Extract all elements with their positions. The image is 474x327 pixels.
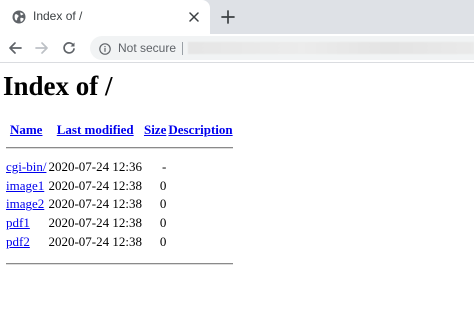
omnibox-divider <box>182 42 183 55</box>
reload-icon[interactable] <box>59 38 79 58</box>
address-bar[interactable]: Not secure <box>90 36 474 60</box>
entry-size: 0 <box>159 233 167 249</box>
entry-size: 0 <box>159 196 167 212</box>
forward-arrow-icon[interactable] <box>32 38 52 58</box>
security-status-label[interactable]: Not secure <box>118 41 176 55</box>
entry-size: 0 <box>159 215 167 231</box>
entry-description <box>167 232 233 251</box>
back-arrow-icon[interactable] <box>5 38 25 58</box>
table-row: cgi-bin/ 2020-07-24 12:36 - <box>5 158 234 177</box>
directory-listing-table: Name Last modified Size Description cgi-… <box>5 121 234 270</box>
url-text-redacted[interactable] <box>188 42 474 54</box>
table-row: image2 2020-07-24 12:38 0 <box>5 195 234 214</box>
entry-description <box>167 195 233 214</box>
close-icon[interactable] <box>186 9 202 25</box>
horizontal-rule <box>6 147 233 149</box>
column-header-description[interactable]: Description <box>167 121 233 139</box>
info-icon[interactable] <box>99 42 111 55</box>
active-tab[interactable]: Index of / <box>0 0 210 34</box>
sort-by-last-modified-link[interactable]: Last modified <box>57 122 134 137</box>
entry-link-image1[interactable]: image1 <box>6 178 44 193</box>
entry-modified: 2020-07-24 12:38 <box>48 196 142 212</box>
column-header-name[interactable]: Name <box>5 121 47 139</box>
tab-strip: Index of / <box>0 0 474 34</box>
sort-by-description-link[interactable]: Description <box>168 122 232 137</box>
plus-icon[interactable] <box>219 8 237 26</box>
separator-row <box>5 251 234 270</box>
column-header-last-modified[interactable]: Last modified <box>47 121 143 139</box>
entry-link-pdf2[interactable]: pdf2 <box>6 234 30 249</box>
entry-modified: 2020-07-24 12:38 <box>48 177 142 193</box>
entry-description <box>167 214 233 233</box>
globe-icon <box>12 10 26 24</box>
entry-size: 0 <box>159 177 167 193</box>
table-row: pdf1 2020-07-24 12:38 0 <box>5 214 234 233</box>
horizontal-rule <box>6 263 233 266</box>
entry-link-pdf1[interactable]: pdf1 <box>6 215 30 230</box>
table-row: image1 2020-07-24 12:38 0 <box>5 177 234 196</box>
entry-modified: 2020-07-24 12:38 <box>48 215 142 231</box>
page-content: Index of / Name Last modified Size Descr… <box>0 63 474 327</box>
entry-link-image2[interactable]: image2 <box>6 196 44 211</box>
header-row: Name Last modified Size Description <box>5 121 234 139</box>
entry-size: - <box>162 159 167 175</box>
column-header-size[interactable]: Size <box>143 121 167 139</box>
entry-modified: 2020-07-24 12:36 <box>48 159 142 175</box>
sort-by-size-link[interactable]: Size <box>144 122 166 137</box>
entry-description <box>167 158 233 177</box>
page-title: Index of / <box>3 71 113 101</box>
separator-row <box>5 139 234 158</box>
tab-title: Index of / <box>33 9 83 23</box>
entry-description <box>167 177 233 196</box>
sort-by-name-link[interactable]: Name <box>10 122 43 137</box>
entry-modified: 2020-07-24 12:38 <box>48 233 142 249</box>
entry-link-cgi-bin[interactable]: cgi-bin/ <box>6 159 46 174</box>
table-row: pdf2 2020-07-24 12:38 0 <box>5 232 234 251</box>
toolbar: Not secure <box>0 34 474 63</box>
